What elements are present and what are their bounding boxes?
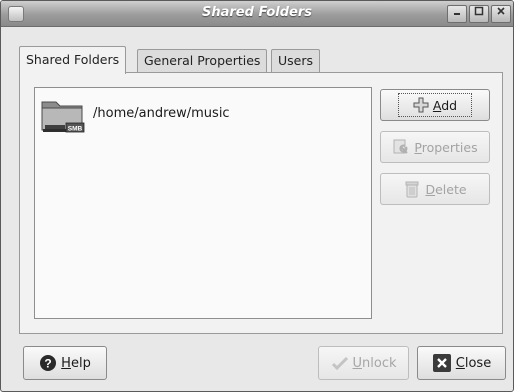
list-item[interactable]: SMB /home/andrew/music	[39, 94, 359, 138]
svg-text:?: ?	[45, 357, 52, 371]
maximize-icon	[474, 6, 484, 16]
unlock-button[interactable]: Unlock	[318, 346, 409, 380]
unlock-icon	[331, 356, 348, 371]
folder-smb-icon: SMB	[41, 101, 85, 133]
maximize-button[interactable]	[469, 5, 489, 23]
window-title: Shared Folders	[202, 5, 312, 20]
add-button-label: Add	[432, 97, 458, 113]
notebook: Shared Folders General Properties Users …	[13, 46, 506, 336]
delete-button-label: Delete	[425, 181, 467, 197]
properties-button[interactable]: Properties	[380, 131, 490, 163]
window-close-button[interactable]	[491, 5, 511, 23]
share-path: /home/andrew/music	[93, 106, 230, 121]
close-icon	[432, 354, 451, 372]
add-button[interactable]: Add	[380, 89, 490, 121]
properties-button-label: Properties	[414, 139, 478, 155]
properties-icon	[393, 139, 409, 154]
trash-icon	[405, 181, 419, 198]
smb-badge: SMB	[68, 126, 83, 133]
minimize-button[interactable]	[447, 5, 467, 23]
unlock-button-label: Unlock	[352, 355, 397, 371]
close-button[interactable]: Close	[417, 346, 506, 380]
minimize-icon	[454, 13, 460, 15]
close-button-label: Close	[455, 355, 492, 371]
add-icon	[413, 97, 429, 113]
help-icon: ?	[40, 355, 57, 371]
shares-list[interactable]: SMB /home/andrew/music	[34, 87, 372, 319]
tab-shared-folders[interactable]: Shared Folders	[19, 46, 127, 74]
title-bar[interactable]: Shared Folders	[1, 1, 513, 27]
delete-button[interactable]: Delete	[380, 173, 490, 205]
tab-general-properties[interactable]: General Properties	[137, 49, 268, 72]
shared-folders-window: Shared Folders Shared Folders General Pr…	[0, 0, 514, 392]
help-button-label: Help	[61, 355, 91, 371]
tab-users[interactable]: Users	[271, 49, 321, 72]
x-icon	[497, 7, 505, 15]
shared-folders-page: SMB /home/andrew/music Add Properties De…	[19, 72, 503, 334]
help-button[interactable]: ? Help	[23, 346, 107, 380]
